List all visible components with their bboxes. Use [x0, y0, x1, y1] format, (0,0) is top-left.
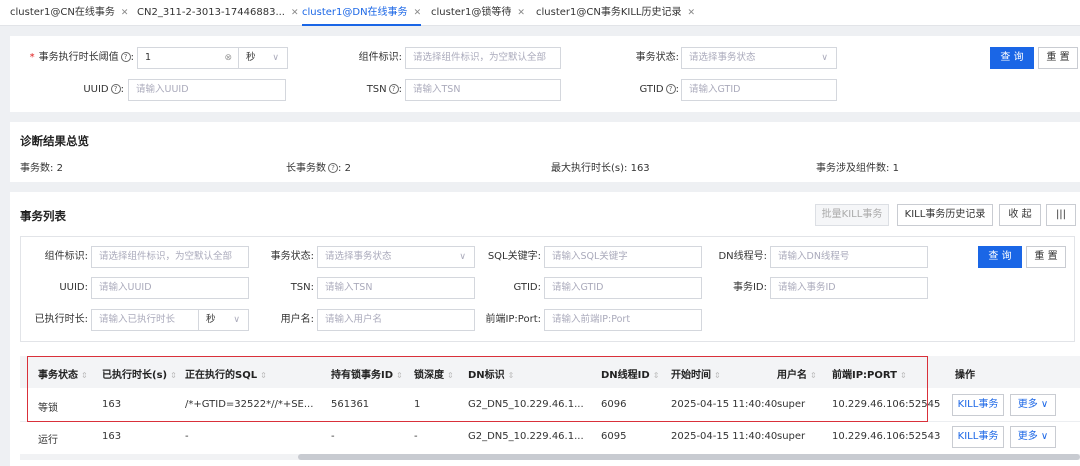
f-exec-unit-select[interactable]: 秒 ∨: [198, 309, 249, 331]
f-status-select[interactable]: 请选择事务状态 ∨: [317, 246, 475, 268]
cell-depth: -: [414, 431, 418, 442]
threshold-unit-select[interactable]: 秒 ∨: [238, 47, 288, 69]
gtid-input[interactable]: 请输入GTID: [681, 79, 837, 101]
kill-txn-button[interactable]: KILL事务: [952, 394, 1004, 416]
gtid-label: GTID?:: [639, 84, 679, 95]
column-settings-icon[interactable]: |||: [1046, 204, 1076, 226]
f-exec-input[interactable]: 请输入已执行时长: [91, 309, 199, 331]
f-component-label: 组件标识:: [44, 251, 88, 262]
kill-txn-button[interactable]: KILL事务: [952, 426, 1004, 448]
chevron-down-icon: ∨: [1040, 399, 1049, 410]
threshold-label: * 事务执行时长阈值?:: [29, 52, 134, 63]
f-tsn-input[interactable]: 请输入TSN: [317, 277, 475, 299]
uuid-label: UUID?:: [83, 84, 124, 95]
f-tsn-label: TSN:: [290, 282, 314, 293]
close-icon[interactable]: ✕: [414, 8, 422, 18]
f-user-input[interactable]: 请输入用户名: [317, 309, 475, 331]
tsn-label: TSN?:: [366, 84, 402, 95]
txn-list-panel: 事务列表 批量KILL事务 KILL事务历史记录 收 起 ||| 组件标识: 请…: [10, 192, 1080, 466]
cell-exec: 163: [102, 431, 122, 442]
f-uuid-label: UUID:: [59, 282, 88, 293]
f-ip-label: 前端IP:Port:: [485, 314, 541, 325]
tab-lock-wait[interactable]: cluster1@锁等待 ✕: [431, 0, 525, 26]
chevron-down-icon: ∨: [272, 53, 279, 63]
f-txid-input[interactable]: 请输入事务ID: [770, 277, 928, 299]
cell-start: 2025-04-15 11:40:40: [671, 431, 778, 442]
max-exec-time: 最大执行时长(s): 163: [551, 163, 650, 174]
chevron-down-icon: ∨: [821, 53, 828, 63]
close-icon[interactable]: ✕: [291, 8, 299, 18]
cell-lock-txid: -: [331, 431, 335, 442]
cell-thread: 6095: [601, 431, 627, 442]
close-icon[interactable]: ✕: [687, 8, 695, 18]
f-dn-thread-input[interactable]: 请输入DN线程号: [770, 246, 928, 268]
query-button[interactable]: 查 询: [990, 47, 1034, 69]
tab-kill-history[interactable]: cluster1@CN事务KILL历史记录 ✕: [536, 0, 695, 26]
f-reset-button[interactable]: 重 置: [1026, 246, 1066, 268]
cell-dn[interactable]: G2_DN5_10.229.46.1...: [468, 431, 584, 442]
help-icon[interactable]: ?: [328, 163, 338, 173]
col-action: 操作: [955, 370, 975, 381]
collapse-button[interactable]: 收 起: [999, 204, 1041, 226]
txn-count: 事务数: 2: [20, 163, 63, 174]
kill-history-button[interactable]: KILL事务历史记录: [897, 204, 993, 226]
reset-button[interactable]: 重 置: [1038, 47, 1078, 69]
batch-kill-button[interactable]: 批量KILL事务: [815, 204, 889, 226]
component-count: 事务涉及组件数: 1: [816, 163, 899, 174]
chevron-down-icon: ∨: [1040, 431, 1049, 442]
help-icon[interactable]: ?: [388, 84, 399, 94]
f-component-select[interactable]: 请选择组件标识，为空默认全部: [91, 246, 249, 268]
tab-cn2-session[interactable]: CN2_311-2-3013-17446883... ✕: [137, 0, 299, 26]
tab-bar: cluster1@CN在线事务 ✕ CN2_311-2-3013-17446883…: [0, 0, 1080, 26]
f-ip-input[interactable]: 请输入前端IP:Port: [544, 309, 702, 331]
f-gtid-input[interactable]: 请输入GTID: [544, 277, 702, 299]
f-status-label: 事务状态:: [270, 251, 314, 262]
chevron-down-icon: ∨: [233, 315, 240, 325]
f-user-label: 用户名:: [280, 314, 314, 325]
more-button[interactable]: 更多 ∨: [1010, 394, 1056, 416]
help-icon[interactable]: ?: [665, 84, 676, 94]
tab-dn-online[interactable]: cluster1@DN在线事务 ✕: [302, 0, 422, 26]
status-label: 事务状态:: [635, 52, 679, 63]
f-sql-input[interactable]: 请输入SQL关键字: [544, 246, 702, 268]
close-icon[interactable]: ✕: [121, 8, 129, 18]
list-title: 事务列表: [20, 209, 66, 223]
highlight-annotation: [27, 356, 928, 422]
top-filter-panel: * 事务执行时长阈值?: 1 ⊗ 秒 ∨ 组件标识: 请选择组件标识，为空默认全部 事…: [10, 36, 1080, 112]
f-query-button[interactable]: 查 询: [978, 246, 1022, 268]
tsn-input[interactable]: 请输入TSN: [405, 79, 561, 101]
cell-status: 运行: [38, 435, 58, 446]
more-button[interactable]: 更多 ∨: [1010, 426, 1056, 448]
cell-sql[interactable]: -: [185, 431, 189, 442]
help-icon[interactable]: ?: [120, 52, 131, 62]
help-icon[interactable]: ?: [110, 84, 121, 94]
threshold-input[interactable]: 1 ⊗: [137, 47, 239, 69]
component-select[interactable]: 请选择组件标识，为空默认全部: [405, 47, 561, 69]
f-uuid-input[interactable]: 请输入UUID: [91, 277, 249, 299]
component-label: 组件标识:: [358, 52, 402, 63]
summary-panel: 诊断结果总览 事务数: 2 长事务数?: 2 最大执行时长(s): 163 事务…: [10, 122, 1080, 182]
uuid-input[interactable]: 请输入UUID: [128, 79, 286, 101]
f-dn-thread-label: DN线程号:: [718, 251, 767, 262]
cell-user: super: [777, 431, 806, 442]
status-select[interactable]: 请选择事务状态 ∨: [681, 47, 837, 69]
close-icon[interactable]: ✕: [517, 8, 525, 18]
chevron-down-icon: ∨: [459, 252, 466, 262]
horizontal-scrollbar-thumb[interactable]: [298, 454, 1080, 460]
long-txn-count: 长事务数?: 2: [286, 163, 351, 174]
f-gtid-label: GTID:: [513, 282, 541, 293]
f-exec-label: 已执行时长:: [34, 314, 88, 325]
clear-icon[interactable]: ⊗: [224, 48, 232, 68]
f-txid-label: 事务ID:: [732, 282, 767, 293]
summary-title: 诊断结果总览: [20, 134, 89, 148]
tab-cn-online[interactable]: cluster1@CN在线事务 ✕: [10, 0, 128, 26]
cell-ip: 10.229.46.106:52543: [832, 431, 941, 442]
f-sql-label: SQL关键字:: [487, 251, 541, 262]
